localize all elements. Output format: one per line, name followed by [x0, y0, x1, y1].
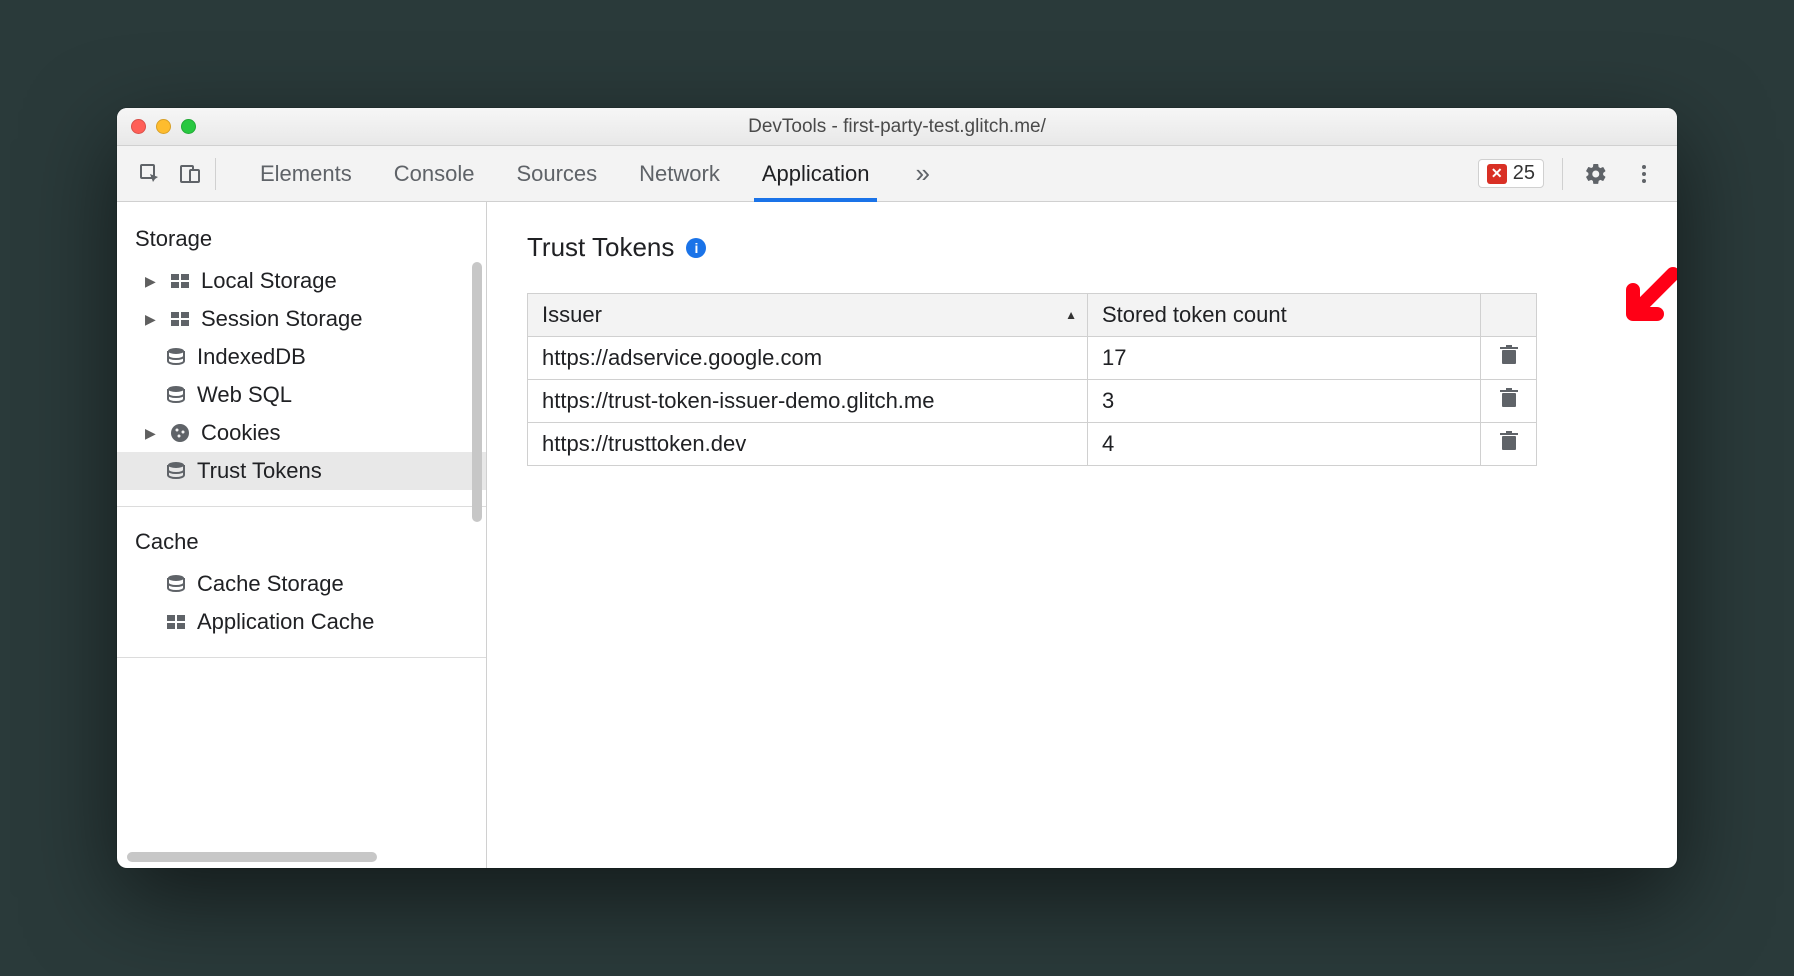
page-heading: Trust Tokens i [527, 232, 1637, 263]
inspect-element-button[interactable] [135, 159, 165, 189]
delete-button[interactable] [1500, 388, 1518, 408]
delete-button[interactable] [1500, 431, 1518, 451]
table-row[interactable]: https://trust-token-issuer-demo.glitch.m… [528, 380, 1537, 423]
devtools-toolbar: Elements Console Sources Network Applica… [117, 146, 1677, 202]
devtools-window: DevTools - first-party-test.glitch.me/ E… [117, 108, 1677, 868]
cookie-icon [169, 422, 191, 444]
tab-network[interactable]: Network [637, 147, 722, 201]
heading-text: Trust Tokens [527, 232, 674, 263]
sidebar-item-label: Application Cache [197, 609, 374, 635]
grid-icon [169, 270, 191, 292]
database-icon [165, 384, 187, 406]
close-window-button[interactable] [131, 119, 146, 134]
table-row[interactable]: https://adservice.google.com 17 [528, 337, 1537, 380]
cell-count: 3 [1088, 380, 1481, 423]
toolbar-divider [215, 158, 216, 190]
error-icon: ✕ [1487, 164, 1507, 184]
sidebar-scrollbar[interactable] [472, 262, 482, 522]
database-icon [165, 573, 187, 595]
panel-body: Storage ▶ Local Storage ▶ Session Storag… [117, 202, 1677, 868]
expand-caret-icon: ▶ [145, 425, 159, 442]
window-titlebar: DevTools - first-party-test.glitch.me/ [117, 108, 1677, 146]
error-count: 25 [1513, 162, 1535, 185]
info-icon[interactable]: i [686, 238, 706, 258]
trust-tokens-table: Issuer ▲ Stored token count https://adse… [527, 293, 1537, 466]
sidebar-item-label: Cache Storage [197, 571, 344, 597]
sidebar-item-cookies[interactable]: ▶ Cookies [117, 414, 486, 452]
cell-count: 4 [1088, 423, 1481, 466]
panel-tabs: Elements Console Sources Network Applica… [258, 147, 1468, 201]
grid-icon [165, 611, 187, 633]
annotation-arrow-icon [1613, 264, 1677, 334]
sidebar-item-label: Cookies [201, 420, 280, 446]
sidebar-divider [117, 657, 486, 658]
sort-asc-icon: ▲ [1065, 308, 1077, 322]
delete-button[interactable] [1500, 345, 1518, 365]
toolbar-divider [1562, 158, 1563, 190]
kebab-menu-button[interactable] [1629, 159, 1659, 189]
sidebar-item-label: Web SQL [197, 382, 292, 408]
sidebar-section-cache: Cache [117, 523, 486, 565]
sidebar-item-label: Session Storage [201, 306, 362, 332]
sidebar-item-indexeddb[interactable]: IndexedDB [117, 338, 486, 376]
sidebar-item-label: Local Storage [201, 268, 337, 294]
sidebar-item-cache-storage[interactable]: Cache Storage [117, 565, 486, 603]
settings-button[interactable] [1581, 159, 1611, 189]
sidebar-h-scrollbar[interactable] [127, 852, 377, 862]
sidebar-section-storage: Storage [117, 220, 486, 262]
error-count-badge[interactable]: ✕ 25 [1478, 159, 1544, 188]
database-icon [165, 346, 187, 368]
sidebar-item-label: IndexedDB [197, 344, 306, 370]
column-header-issuer[interactable]: Issuer ▲ [528, 294, 1088, 337]
sidebar-item-session-storage[interactable]: ▶ Session Storage [117, 300, 486, 338]
sidebar-item-websql[interactable]: Web SQL [117, 376, 486, 414]
minimize-window-button[interactable] [156, 119, 171, 134]
tab-application[interactable]: Application [760, 147, 872, 201]
sidebar-item-application-cache[interactable]: Application Cache [117, 603, 486, 641]
expand-caret-icon: ▶ [145, 273, 159, 290]
cell-issuer: https://trusttoken.dev [528, 423, 1088, 466]
sidebar-item-label: Trust Tokens [197, 458, 322, 484]
cell-issuer: https://adservice.google.com [528, 337, 1088, 380]
more-tabs-button[interactable]: » [909, 158, 935, 189]
tab-elements[interactable]: Elements [258, 147, 354, 201]
grid-icon [169, 308, 191, 330]
column-header-actions [1481, 294, 1537, 337]
cell-issuer: https://trust-token-issuer-demo.glitch.m… [528, 380, 1088, 423]
toolbar-right: ✕ 25 [1478, 158, 1659, 190]
main-content: Trust Tokens i Issuer ▲ Stored token cou… [487, 202, 1677, 868]
sidebar-item-local-storage[interactable]: ▶ Local Storage [117, 262, 486, 300]
application-sidebar: Storage ▶ Local Storage ▶ Session Storag… [117, 202, 487, 868]
database-icon [165, 460, 187, 482]
sidebar-divider [117, 506, 486, 507]
cell-count: 17 [1088, 337, 1481, 380]
traffic-lights [131, 119, 196, 134]
table-header-row: Issuer ▲ Stored token count [528, 294, 1537, 337]
expand-caret-icon: ▶ [145, 311, 159, 328]
column-header-count[interactable]: Stored token count [1088, 294, 1481, 337]
tab-console[interactable]: Console [392, 147, 477, 201]
window-title: DevTools - first-party-test.glitch.me/ [117, 116, 1677, 138]
table-row[interactable]: https://trusttoken.dev 4 [528, 423, 1537, 466]
maximize-window-button[interactable] [181, 119, 196, 134]
device-toolbar-button[interactable] [175, 159, 205, 189]
tab-sources[interactable]: Sources [514, 147, 599, 201]
sidebar-item-trust-tokens[interactable]: Trust Tokens [117, 452, 486, 490]
